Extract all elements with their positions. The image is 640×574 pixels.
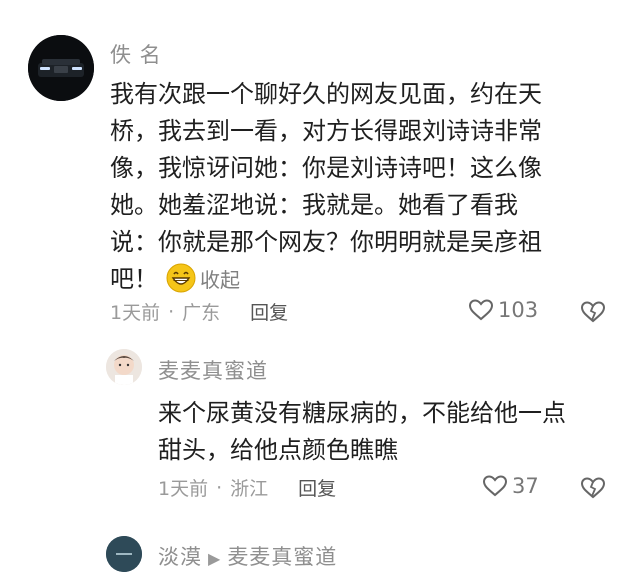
- comment-line: 像，我惊讶问她：你是刘诗诗吧！这么像: [110, 154, 542, 182]
- reply-target[interactable]: 麦麦真蜜道: [227, 545, 337, 569]
- teal-avatar-image: [106, 536, 142, 572]
- broken-heart-icon[interactable]: [580, 300, 606, 324]
- comment-line: 说：你就是那个网友？你明明就是吴彦祖: [110, 228, 542, 256]
- grinning-face-icon: [166, 263, 196, 293]
- heart-outline-icon: [482, 475, 508, 497]
- comment-line: 桥，我去到一看，对方长得跟刘诗诗非常: [110, 117, 542, 145]
- heart-outline-icon: [468, 299, 494, 321]
- broken-heart-icon[interactable]: [580, 476, 606, 500]
- like-button[interactable]: 103: [468, 298, 538, 322]
- comment-meta: 1天前 · 广东 回复: [110, 298, 288, 325]
- separator-dot: ·: [216, 476, 223, 499]
- reply-button[interactable]: 回复: [298, 474, 336, 501]
- comment-line: 吧！: [110, 265, 158, 293]
- comment-time: 1天前: [110, 302, 161, 324]
- car-avatar-image: [28, 35, 94, 101]
- comment-last-line: 吧！ 收起: [110, 261, 610, 299]
- reply-meta: 1天前 · 浙江 回复: [158, 474, 336, 501]
- comment-location: 广东: [182, 302, 221, 324]
- reply-location: 浙江: [230, 478, 269, 500]
- like-count: 103: [498, 298, 539, 322]
- avatar[interactable]: [106, 536, 142, 572]
- reply-author[interactable]: 淡漠: [158, 545, 202, 569]
- reply-arrow-icon: ▶: [208, 549, 222, 568]
- comment-body: 我有次跟一个聊好久的网友见面，约在天 桥，我去到一看，对方长得跟刘诗诗非常 像，…: [110, 76, 610, 299]
- collapse-link[interactable]: 收起: [200, 268, 240, 292]
- reply-time: 1天前: [158, 478, 209, 500]
- baby-avatar-image: [106, 349, 142, 385]
- comment-line: 我有次跟一个聊好久的网友见面，约在天: [110, 80, 542, 108]
- avatar[interactable]: [106, 349, 142, 385]
- reply-button[interactable]: 回复: [250, 298, 288, 325]
- like-button[interactable]: 37: [482, 474, 539, 498]
- reply-author-line: 淡漠 ▶ 麦麦真蜜道: [158, 541, 337, 571]
- separator-dot: ·: [168, 300, 175, 323]
- reply-line: 来个尿黄没有糖尿病的，不能给他一点: [158, 399, 566, 427]
- like-count: 37: [512, 474, 539, 498]
- comment-line: 她。她羞涩地说：我就是。她看了看我: [110, 191, 518, 219]
- reply-author[interactable]: 麦麦真蜜道: [158, 355, 268, 385]
- reply-line: 甜头，给他点颜色瞧瞧: [158, 436, 398, 464]
- avatar[interactable]: [28, 35, 94, 101]
- comment-author[interactable]: 佚 名: [110, 39, 162, 69]
- reply-body: 来个尿黄没有糖尿病的，不能给他一点 甜头，给他点颜色瞧瞧: [158, 395, 628, 469]
